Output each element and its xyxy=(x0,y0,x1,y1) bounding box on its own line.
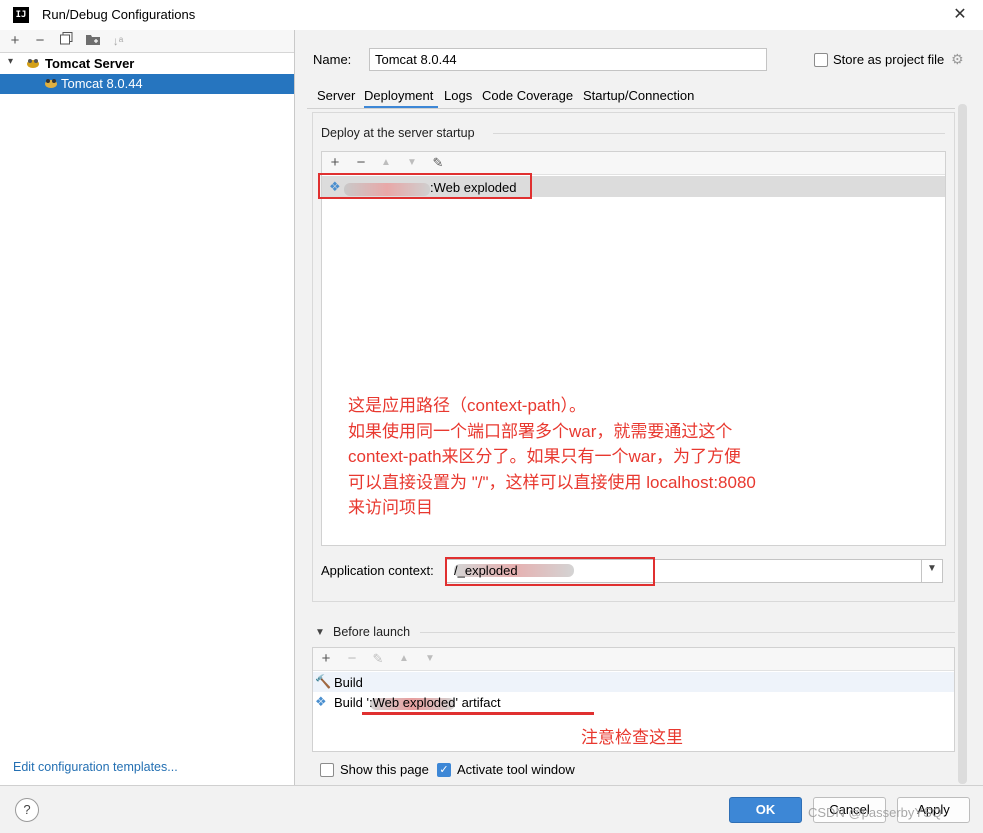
tree-toolbar: + − ↓ᵃ xyxy=(0,30,294,53)
deploy-group-title: Deploy at the server startup xyxy=(321,126,475,140)
tree-node-label: Tomcat Server xyxy=(45,56,135,71)
close-icon[interactable]: ✕ xyxy=(948,4,972,26)
tab-server[interactable]: Server xyxy=(317,88,355,103)
add-icon[interactable]: + xyxy=(326,154,344,172)
remove-icon[interactable]: − xyxy=(343,650,361,668)
activate-tool-window-label: Activate tool window xyxy=(457,762,575,777)
build-artifact-label: Build ':Web exploded' artifact xyxy=(334,695,501,710)
annotation-check-here: 注意检查这里 xyxy=(581,728,683,747)
highlight-underline xyxy=(362,712,594,715)
configuration-tree-pane: + − ↓ᵃ ▾ Tomcat Server Tomcat 8.0.44 Edi… xyxy=(0,30,295,785)
before-launch-title: Before launch xyxy=(333,625,411,639)
window-title: Run/Debug Configurations xyxy=(42,7,196,22)
edit-pencil-icon[interactable]: ✎ xyxy=(429,154,447,172)
group-separator xyxy=(420,632,955,633)
chevron-down-icon[interactable]: ▼ xyxy=(315,627,325,638)
tomcat-icon xyxy=(44,77,59,92)
artifact-icon: ❖ xyxy=(315,694,327,709)
edit-templates-link[interactable]: Edit configuration templates... xyxy=(13,760,178,774)
remove-icon[interactable]: − xyxy=(30,32,50,50)
gear-icon[interactable]: ⚙ xyxy=(951,51,964,68)
sort-icon[interactable]: ↓ᵃ xyxy=(108,32,128,50)
watermark: CSDN @passerbyYSQ xyxy=(808,805,942,820)
annotation-context-path: 这是应用路径（context-path）。 如果使用同一个端口部署多个war，就… xyxy=(348,396,756,517)
chevron-down-icon[interactable]: ▾ xyxy=(8,56,13,67)
vertical-scrollbar[interactable] xyxy=(958,104,967,784)
activate-tool-window-checkbox[interactable]: ✓ xyxy=(437,763,451,777)
name-input[interactable] xyxy=(369,48,767,71)
title-bar: IJ Run/Debug Configurations ✕ xyxy=(0,0,983,30)
tree-node-tomcat-server[interactable]: ▾ Tomcat Server xyxy=(0,54,294,74)
move-down-icon[interactable]: ▼ xyxy=(403,154,421,172)
tab-startup-connection[interactable]: Startup/Connection xyxy=(583,88,694,103)
build-row[interactable] xyxy=(313,672,954,692)
tab-code-coverage[interactable]: Code Coverage xyxy=(482,88,573,103)
tree-node-label: Tomcat 8.0.44 xyxy=(61,76,143,91)
chevron-down-icon[interactable]: ▼ xyxy=(927,563,937,574)
build-item-label: Build xyxy=(334,675,363,690)
show-page-checkbox[interactable] xyxy=(320,763,334,777)
show-page-label: Show this page xyxy=(340,762,429,777)
tomcat-icon xyxy=(26,57,41,72)
move-up-icon[interactable]: ▲ xyxy=(377,154,395,172)
highlight-box xyxy=(318,173,532,199)
intellij-app-icon: IJ xyxy=(13,7,29,23)
add-icon[interactable]: + xyxy=(317,650,335,668)
move-down-icon[interactable]: ▼ xyxy=(421,650,439,668)
tree-node-tomcat-8[interactable]: Tomcat 8.0.44 xyxy=(0,74,294,94)
tab-logs[interactable]: Logs xyxy=(444,88,472,103)
store-as-project-checkbox[interactable] xyxy=(814,53,828,67)
store-as-project-label: Store as project file xyxy=(833,52,945,67)
tab-deployment[interactable]: Deployment xyxy=(364,88,433,103)
add-icon[interactable]: + xyxy=(5,32,25,50)
app-context-label: Application context: xyxy=(321,563,434,578)
copy-icon[interactable] xyxy=(56,32,76,50)
folder-icon[interactable] xyxy=(83,32,103,50)
tab-divider xyxy=(307,108,955,109)
remove-icon[interactable]: − xyxy=(352,154,370,172)
highlight-box xyxy=(445,557,655,586)
edit-pencil-icon[interactable]: ✎ xyxy=(369,650,387,668)
group-separator xyxy=(493,133,945,134)
hammer-icon: 🔨 xyxy=(315,674,332,689)
before-launch-toolbar: + − ✎ ▲ ▼ xyxy=(313,648,954,671)
artifact-toolbar: + − ▲ ▼ ✎ xyxy=(322,152,945,175)
ok-button[interactable]: OK xyxy=(729,797,802,823)
combo-divider xyxy=(921,560,922,582)
help-button[interactable]: ? xyxy=(15,798,39,822)
move-up-icon[interactable]: ▲ xyxy=(395,650,413,668)
name-label: Name: xyxy=(313,52,352,67)
